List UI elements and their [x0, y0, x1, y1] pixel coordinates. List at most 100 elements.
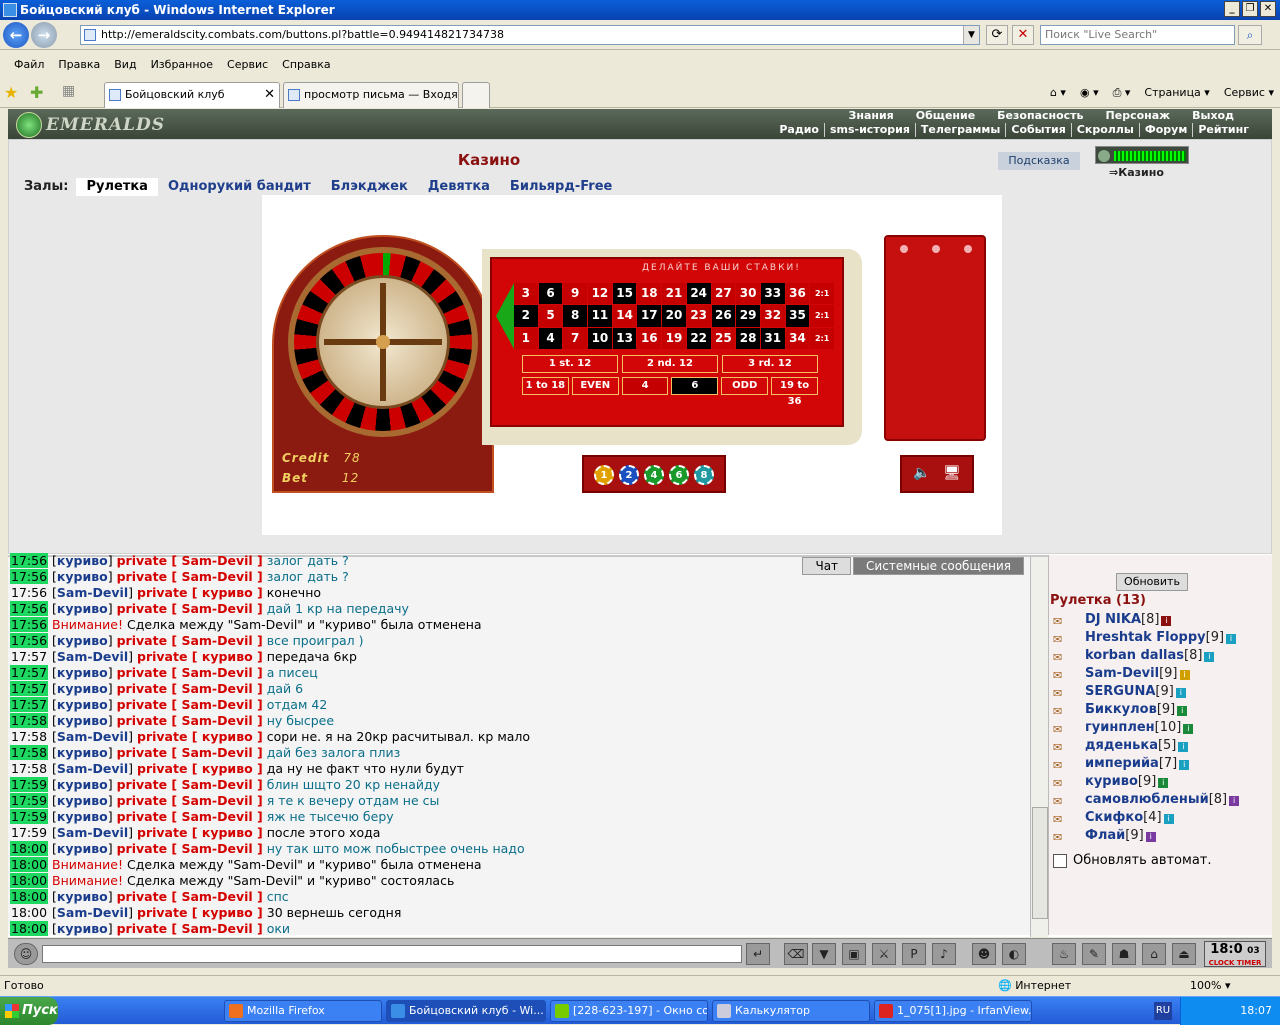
private-recipient[interactable]: private [ Sam-Devil ] [117, 569, 263, 584]
player-name[interactable]: куриво [1085, 774, 1138, 789]
number-cell[interactable]: 6 [538, 283, 563, 305]
number-cell[interactable]: 15 [612, 283, 637, 305]
feeds-icon[interactable]: ◉ ▾ [1080, 84, 1099, 102]
close-tab-icon[interactable]: ✕ [264, 83, 275, 107]
message-time[interactable]: 17:56 [10, 617, 49, 632]
player-name[interactable]: Скифко [1085, 810, 1143, 825]
save-icon[interactable]: ▣ [842, 943, 866, 965]
number-cell[interactable]: 12 [588, 283, 612, 305]
number-cell[interactable]: 3 [514, 283, 538, 305]
chip-1[interactable]: 1 [594, 465, 614, 485]
message-time[interactable]: 17:56 [10, 569, 49, 584]
info-icon[interactable]: i [1177, 706, 1188, 716]
menu-help[interactable]: Справка [275, 55, 337, 75]
private-message-icon[interactable]: ✉ [1053, 649, 1073, 664]
number-cell[interactable]: 20 [662, 305, 686, 327]
sender-name[interactable]: куриво [57, 745, 108, 760]
start-button[interactable]: Пуск [0, 997, 58, 1025]
info-icon[interactable]: i [1183, 724, 1194, 734]
number-cell[interactable]: 21 [662, 283, 686, 305]
private-recipient[interactable]: private [ Sam-Devil ] [117, 921, 263, 936]
fight-icon[interactable]: ⚔ [872, 943, 896, 965]
menu-view[interactable]: Вид [107, 55, 143, 75]
number-cell[interactable]: 25 [711, 327, 736, 349]
sender-name[interactable]: куриво [57, 841, 108, 856]
private-recipient[interactable]: private [ Sam-Devil ] [117, 793, 263, 808]
sender-name[interactable]: куриво [57, 665, 108, 680]
nav-radio[interactable]: Радио [774, 123, 825, 137]
dozen-2[interactable]: 2 nd. 12 [622, 355, 718, 373]
nav-knowledge[interactable]: Знания [849, 109, 894, 123]
scroll-icon[interactable]: ✎ [1082, 943, 1106, 965]
number-cell[interactable]: 8 [563, 305, 588, 327]
sender-name[interactable]: куриво [57, 569, 108, 584]
chat-scrollbar[interactable] [1030, 557, 1048, 937]
sender-name[interactable]: куриво [57, 681, 108, 696]
number-cell[interactable]: 34 [785, 327, 810, 349]
private-message-icon[interactable]: ✉ [1053, 667, 1073, 682]
player-name[interactable]: korban dallas [1085, 648, 1184, 663]
private-recipient[interactable]: private [ Sam-Devil ] [117, 809, 263, 824]
zero-cell[interactable] [496, 283, 514, 349]
private-recipient[interactable]: private [ Sam-Devil ] [117, 697, 263, 712]
number-cell[interactable]: 28 [736, 327, 760, 349]
number-cell[interactable]: 18 [637, 283, 662, 305]
new-tab-button[interactable] [462, 82, 490, 108]
player-name[interactable]: самовлюбленый [1085, 792, 1209, 807]
emoticon-icon[interactable]: ☻ [972, 943, 996, 965]
task-calculator[interactable]: Калькулятор [712, 1000, 870, 1022]
nav-communication[interactable]: Общение [916, 109, 975, 123]
bet-odd[interactable]: ODD [721, 377, 769, 395]
private-message-icon[interactable]: ✉ [1053, 631, 1073, 646]
menu-file[interactable]: Файл [7, 55, 51, 75]
chat-input[interactable] [42, 945, 742, 963]
sender-name[interactable]: куриво [57, 713, 108, 728]
column-bet-cell[interactable]: 2:1 [810, 283, 834, 305]
message-time[interactable]: 17:56 [10, 585, 48, 600]
nav-character[interactable]: Персонаж [1106, 109, 1171, 123]
private-message-icon[interactable]: ✉ [1053, 739, 1073, 754]
hall-slots[interactable]: Однорукий бандит [158, 178, 321, 196]
private-message-icon[interactable]: ✉ [1053, 793, 1073, 808]
search-input[interactable]: Поиск "Live Search" [1040, 25, 1235, 45]
message-time[interactable]: 18:00 [10, 873, 49, 888]
tools-menu[interactable]: Сервис ▾ [1224, 84, 1274, 102]
private-recipient[interactable]: private [ куриво ] [137, 825, 263, 840]
sender-name[interactable]: куриво [57, 793, 108, 808]
message-time[interactable]: 17:56 [10, 601, 49, 616]
sender-name[interactable]: Sam-Devil [57, 729, 128, 744]
smiley-face-icon[interactable]: ☺ [14, 943, 38, 965]
info-icon[interactable]: i [1179, 670, 1190, 680]
dozen-3[interactable]: 3 rd. 12 [722, 355, 818, 373]
info-icon[interactable]: i [1163, 814, 1174, 824]
translit-icon[interactable]: Р [902, 943, 926, 965]
task-combats[interactable]: Бойцовский клуб - Wi... [386, 1000, 546, 1022]
zoom-control[interactable]: 100% ▾ [1190, 976, 1230, 996]
private-recipient[interactable]: private [ куриво ] [137, 905, 263, 920]
message-time[interactable]: 17:57 [10, 649, 48, 664]
number-cell[interactable]: 19 [662, 327, 686, 349]
print-icon[interactable]: ⎙ ▾ [1113, 84, 1131, 102]
info-icon[interactable]: i [1175, 688, 1186, 698]
private-recipient[interactable]: private [ Sam-Devil ] [117, 665, 263, 680]
add-favorite-icon[interactable]: ✚ [30, 83, 43, 102]
page-menu[interactable]: Страница ▾ [1144, 84, 1209, 102]
message-time[interactable]: 18:00 [10, 921, 49, 936]
player-name[interactable]: гуинплен [1085, 720, 1155, 735]
hint-button[interactable]: Подсказка [998, 152, 1080, 170]
mask-icon[interactable]: ◐ [1002, 943, 1026, 965]
player-name[interactable]: Sam-Devil [1085, 666, 1159, 681]
message-time[interactable]: 17:59 [10, 777, 49, 792]
number-cell[interactable]: 7 [563, 327, 588, 349]
back-button[interactable]: ← [3, 22, 29, 48]
menu-tools[interactable]: Сервис [220, 55, 275, 75]
sender-name[interactable]: куриво [57, 809, 108, 824]
info-icon[interactable]: i [1158, 778, 1169, 788]
message-time[interactable]: 17:57 [10, 697, 49, 712]
sender-name[interactable]: куриво [57, 633, 108, 648]
message-time[interactable]: 18:00 [10, 841, 49, 856]
sender-name[interactable]: куриво [57, 601, 108, 616]
bet-1-18[interactable]: 1 to 18 [522, 377, 569, 395]
info-icon[interactable]: i [1204, 652, 1215, 662]
nav-forum[interactable]: Форум [1140, 123, 1194, 137]
